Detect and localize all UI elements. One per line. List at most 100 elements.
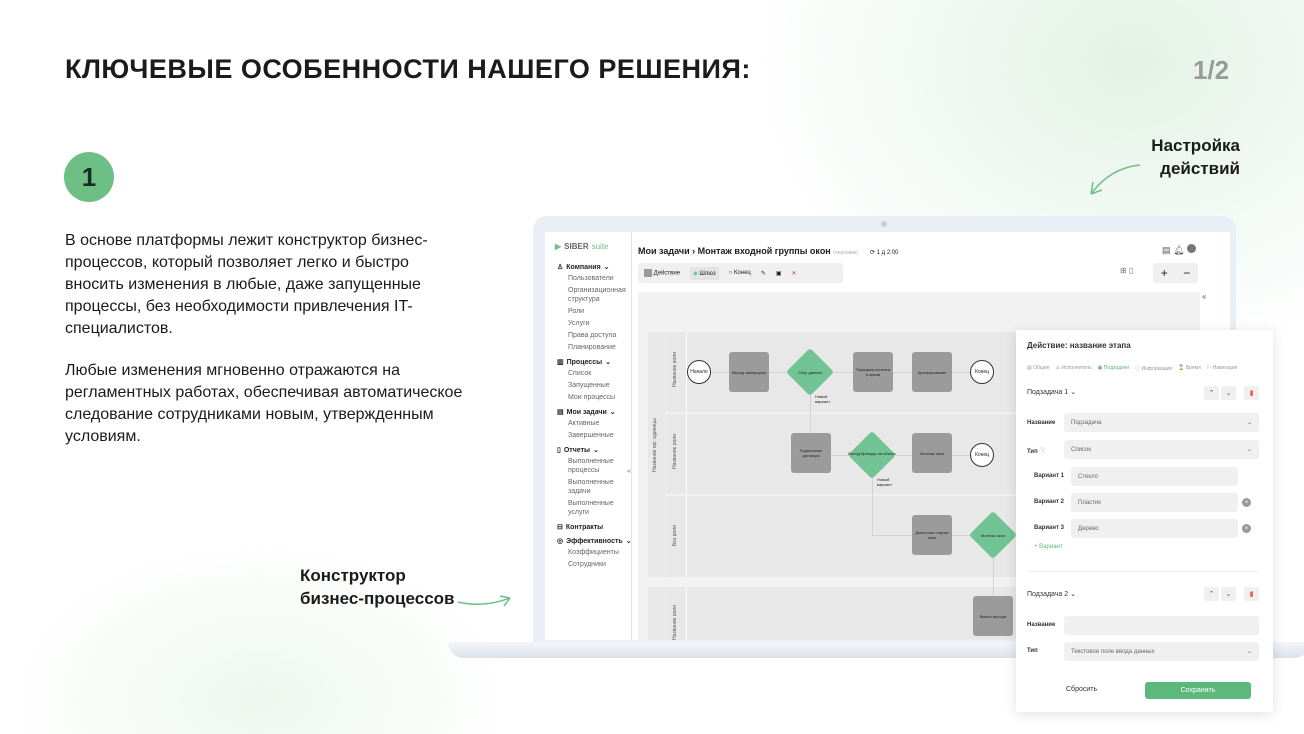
collapse-icon[interactable]: «: [1202, 292, 1206, 301]
tab-icon: ⌛: [1178, 365, 1185, 371]
gateway-label: Выезд бригады на объект: [848, 451, 896, 456]
task-node[interactable]: Выезд замерщика: [729, 352, 769, 392]
end-event[interactable]: Конец: [970, 443, 994, 467]
zoom-controls: + −: [1153, 263, 1198, 283]
sidebar-section[interactable]: ⊟ Контракты: [557, 523, 631, 532]
remove-variant-icon[interactable]: ×: [1242, 498, 1251, 507]
start-event[interactable]: Начало: [687, 360, 711, 384]
name-select[interactable]: Подзадача ⌄: [1064, 413, 1259, 432]
sidebar-item[interactable]: Пользователи: [557, 274, 631, 283]
type-select[interactable]: Текстовое поле ввода данных ⌄: [1064, 642, 1259, 661]
task-node[interactable]: Вывоз мусора: [973, 596, 1013, 636]
sidebar-item[interactable]: Выполненные процессы: [557, 457, 631, 475]
avatar[interactable]: [1186, 244, 1196, 253]
sidebar-item[interactable]: Планирование: [557, 343, 631, 352]
sidebar-item[interactable]: Сотрудники: [557, 560, 631, 569]
move-up-button[interactable]: ⌃: [1204, 587, 1219, 601]
panel-tab[interactable]: ♙ Исполнитель: [1056, 365, 1092, 372]
swimlane: Название роли: [666, 414, 1016, 494]
panel-tab[interactable]: ▣ Подзадачи: [1098, 365, 1129, 372]
move-down-button[interactable]: ⌄: [1221, 587, 1236, 601]
panel-tab[interactable]: ⓘ Информация: [1135, 365, 1172, 372]
callout-builder: Конструктор бизнес-процессов: [300, 564, 454, 610]
zoom-in-button[interactable]: +: [1161, 266, 1168, 280]
subtask-label: Подзадача 2: [1027, 591, 1069, 598]
tool-action[interactable]: Действие: [644, 269, 680, 277]
variant-input[interactable]: Пластик: [1071, 493, 1238, 512]
tool-end[interactable]: ○ Конец: [729, 270, 751, 276]
tool-label: Конец: [733, 270, 751, 276]
move-down-button[interactable]: ⌄: [1221, 386, 1236, 400]
save-button[interactable]: Сохранить: [1145, 682, 1251, 699]
zoom-out-button[interactable]: −: [1183, 266, 1190, 280]
sidebar-collapse-icon[interactable]: «: [627, 468, 631, 475]
logo-icon: ▶: [555, 242, 562, 251]
add-variant-button[interactable]: + Вариант: [1034, 544, 1063, 550]
tab-label: Навигация: [1212, 365, 1238, 371]
move-up-button[interactable]: ⌃: [1204, 386, 1219, 400]
sidebar-section[interactable]: ▥ Процессы ⌄: [557, 358, 631, 367]
sidebar-section[interactable]: ♙ Компания ⌄: [557, 263, 631, 272]
connector: [872, 475, 873, 535]
tab-icon: ⚐: [1206, 365, 1212, 371]
sidebar-item[interactable]: Выполненные услуги: [557, 499, 631, 517]
sidebar-item[interactable]: Список: [557, 369, 631, 378]
slide-title: КЛЮЧЕВЫЕ ОСОБЕННОСТИ НАШЕГО РЕШЕНИЯ:: [65, 54, 751, 84]
swimlane: Название роли: [666, 587, 1016, 640]
subtask-1-toggle[interactable]: Подзадача 1 ⌄: [1027, 388, 1076, 396]
panel-tab[interactable]: ⚐ Навигация: [1207, 365, 1238, 372]
subtask-label: Подзадача 1: [1027, 389, 1069, 396]
name-input[interactable]: [1064, 616, 1259, 635]
breadcrumb-item[interactable]: Мои задачи: [638, 246, 690, 256]
chevron-down-icon: ⌄: [603, 264, 610, 271]
sidebar-item[interactable]: Коэффициенты: [557, 548, 631, 557]
tool-gateway[interactable]: ◆ Шлюз: [690, 266, 719, 280]
variant-label: Новый вариант: [877, 477, 893, 487]
close-icon[interactable]: ✕: [792, 270, 797, 277]
diamond-icon: ◆: [693, 270, 698, 277]
add-variant-label: Вариант: [1039, 544, 1063, 550]
task-node[interactable]: Подписание договора: [791, 433, 831, 473]
task-node[interactable]: Архивирование: [912, 352, 952, 392]
user-icon: ♙: [557, 264, 564, 271]
sidebar-item[interactable]: Активные: [557, 419, 631, 428]
subtask-2-toggle[interactable]: Подзадача 2 ⌄: [1027, 590, 1076, 598]
square-icon: [644, 269, 652, 277]
sidebar-section[interactable]: ▯ Отчеты ⌄: [557, 446, 631, 455]
clipboard-icon: ▯: [557, 447, 561, 454]
sidebar-section[interactable]: ▤ Мои задачи ⌄: [557, 408, 631, 417]
panel-tab[interactable]: ⌛ Время: [1178, 365, 1201, 372]
layout-icons[interactable]: ⊞ ▯: [1120, 266, 1133, 275]
sidebar-item[interactable]: Выполненные задачи: [557, 478, 631, 496]
variant-input[interactable]: Стекло: [1071, 467, 1238, 486]
save-icon[interactable]: ▣: [776, 270, 782, 277]
callout-line: бизнес-процессов: [300, 589, 455, 608]
delete-icon[interactable]: ▮: [1244, 386, 1259, 400]
feature-number-badge: 1: [64, 152, 114, 202]
panel-tab[interactable]: ▤ Общее: [1027, 365, 1050, 372]
sidebar-section[interactable]: ◎ Эффективность ⌄: [557, 537, 632, 546]
sidebar-item[interactable]: Права доступа: [557, 331, 631, 340]
sidebar-item[interactable]: Мои процессы: [557, 393, 631, 402]
task-node[interactable]: Монтаж окон: [912, 433, 952, 473]
logo-suffix: suite: [591, 242, 609, 251]
delete-icon[interactable]: ▮: [1244, 587, 1259, 601]
reset-button[interactable]: Сбросить: [1066, 686, 1097, 693]
document-icon[interactable]: ▤: [1162, 245, 1171, 255]
variant-input[interactable]: Дерево: [1071, 519, 1238, 538]
type-select[interactable]: Список ⌄: [1064, 440, 1259, 459]
callout-line: Конструктор: [300, 566, 406, 585]
sidebar-item[interactable]: Запущенные: [557, 381, 631, 390]
task-node[interactable]: Демонтаж старых окон: [912, 515, 952, 555]
task-node[interactable]: Передача клиента в архив: [853, 352, 893, 392]
sidebar-item[interactable]: Завершенные: [557, 431, 631, 440]
end-event[interactable]: Конец: [970, 360, 994, 384]
sidebar-item[interactable]: Организационная структура: [557, 286, 631, 304]
tab-label: Время: [1185, 365, 1201, 371]
remove-variant-icon[interactable]: ×: [1242, 524, 1251, 533]
bell-icon[interactable]: 🔔︎: [1173, 245, 1184, 255]
sidebar-item[interactable]: Роли: [557, 307, 631, 316]
chart-icon: ▥: [557, 359, 564, 366]
pencil-icon[interactable]: ✎: [761, 270, 766, 277]
sidebar-item[interactable]: Услуги: [557, 319, 631, 328]
